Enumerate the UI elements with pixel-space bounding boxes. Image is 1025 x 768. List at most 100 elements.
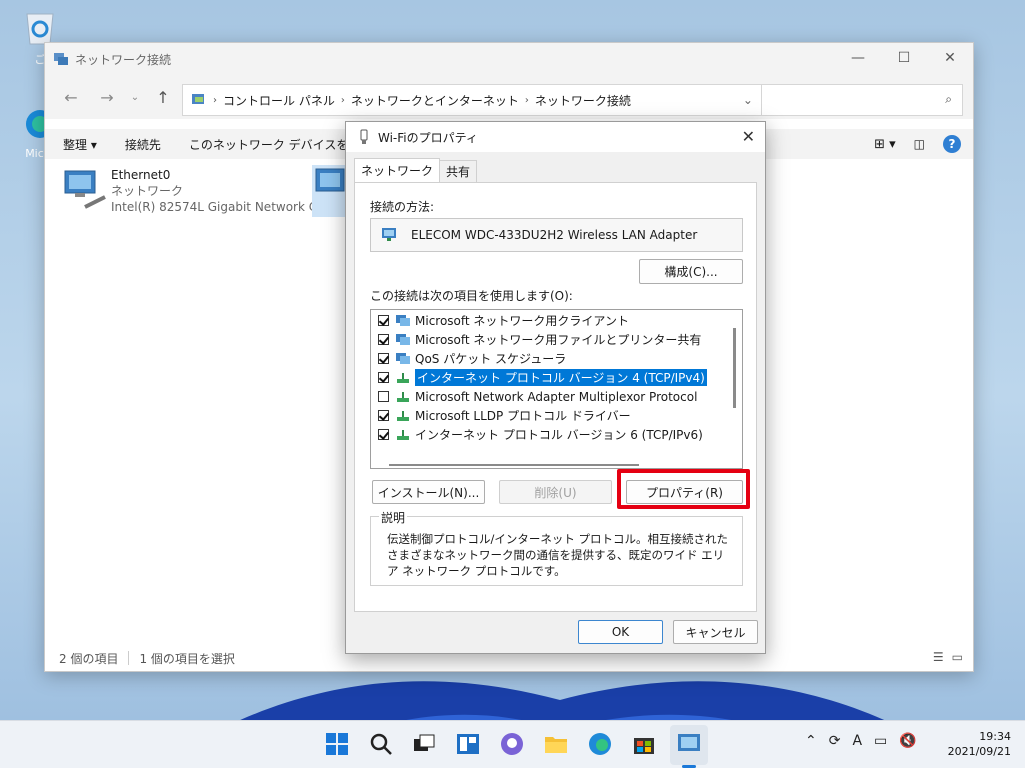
component-label: インターネット プロトコル バージョン 4 (TCP/IPv4) xyxy=(415,369,707,386)
breadcrumb-control-panel[interactable]: コントロール パネル xyxy=(223,92,335,109)
component-row[interactable]: Microsoft ネットワーク用ファイルとプリンター共有 xyxy=(371,330,742,349)
component-row[interactable]: Microsoft Network Adapter Multiplexor Pr… xyxy=(371,387,742,406)
client-icon xyxy=(396,314,410,326)
close-icon[interactable]: ✕ xyxy=(927,43,973,73)
organize-button[interactable]: 整理 ▾ xyxy=(63,136,97,153)
adapter-box: ELECOM WDC-433DU2H2 Wireless LAN Adapter xyxy=(370,218,743,252)
dialog-titlebar: Wi-Fiのプロパティ xyxy=(346,122,765,152)
clock[interactable]: 19:34 2021/09/21 xyxy=(948,729,1011,759)
component-label: インターネット プロトコル バージョン 6 (TCP/IPv6) xyxy=(415,428,703,442)
search-icon: ⌕ xyxy=(945,92,952,106)
description-legend: 説明 xyxy=(379,509,408,526)
explorer-title: ネットワーク接続 xyxy=(75,52,172,67)
list-item-wifi[interactable] xyxy=(312,165,348,217)
breadcrumb-separator-icon: › xyxy=(340,94,345,106)
item-count: 2 個の項目 xyxy=(59,651,119,666)
maximize-icon[interactable]: ☐ xyxy=(881,43,927,73)
dialog-close-icon[interactable]: ✕ xyxy=(742,127,755,146)
component-checkbox[interactable] xyxy=(378,315,389,326)
sync-icon[interactable]: ⟳ xyxy=(829,733,841,749)
connect-using-label: 接続の方法: xyxy=(370,200,435,214)
component-checkbox[interactable] xyxy=(378,391,389,402)
forward-arrow-icon[interactable]: → xyxy=(93,88,121,107)
adapter-icon xyxy=(382,228,396,241)
wifi-properties-dialog: Wi-Fiのプロパティ ✕ ネットワーク 共有 接続の方法: ELECOM WD… xyxy=(345,121,766,654)
address-bar[interactable]: › コントロール パネル › ネットワークとインターネット › ネットワーク接続… xyxy=(182,84,792,116)
help-icon[interactable]: ? xyxy=(943,135,961,153)
component-label: Microsoft LLDP プロトコル ドライバー xyxy=(415,409,631,423)
component-row[interactable]: Microsoft ネットワーク用クライアント xyxy=(371,311,742,330)
network-icon[interactable]: ▭ xyxy=(874,733,887,749)
edge-icon[interactable] xyxy=(587,731,613,757)
up-arrow-icon[interactable]: ↑ xyxy=(149,88,177,107)
list-item-ethernet0[interactable]: Ethernet0 ネットワーク Intel(R) 82574L Gigabit… xyxy=(61,167,329,215)
breadcrumb-network-connections[interactable]: ネットワーク接続 xyxy=(535,92,631,109)
file-sharing-icon xyxy=(396,333,410,345)
ok-button[interactable]: OK xyxy=(578,620,663,644)
component-label: QoS パケット スケジューラ xyxy=(415,352,567,366)
protocol-icon xyxy=(397,391,409,402)
window-controls: — ☐ ✕ xyxy=(835,43,973,73)
clock-time: 19:34 xyxy=(979,730,1011,743)
control-panel-taskbar-icon[interactable] xyxy=(676,731,702,757)
component-label: Microsoft Network Adapter Multiplexor Pr… xyxy=(415,389,698,404)
chevron-up-icon[interactable]: ⌃ xyxy=(805,733,817,749)
adapter-device: Intel(R) 82574L Gigabit Network C... xyxy=(111,200,329,214)
component-label: Microsoft ネットワーク用ファイルとプリンター共有 xyxy=(415,333,702,347)
tiles-view-icon[interactable]: ▭ xyxy=(952,650,963,664)
component-row[interactable]: インターネット プロトコル バージョン 6 (TCP/IPv6) xyxy=(371,425,742,444)
component-label: Microsoft ネットワーク用クライアント xyxy=(415,314,629,328)
cancel-button[interactable]: キャンセル xyxy=(673,620,758,644)
breadcrumb-network-internet[interactable]: ネットワークとインターネット xyxy=(351,92,519,109)
volume-muted-icon[interactable]: 🔇 xyxy=(899,733,916,749)
explorer-titlebar: ネットワーク接続 xyxy=(45,43,973,75)
component-checkbox[interactable] xyxy=(378,334,389,345)
view-options-icon[interactable]: ⊞ ▾ xyxy=(874,137,896,152)
task-view-icon[interactable] xyxy=(411,731,437,757)
component-row[interactable]: QoS パケット スケジューラ xyxy=(371,349,742,368)
adapter-name: Ethernet0 xyxy=(111,168,171,182)
start-icon[interactable] xyxy=(324,731,350,757)
recent-chevron-icon[interactable]: ⌄ xyxy=(121,92,149,103)
component-checkbox[interactable] xyxy=(378,410,389,421)
components-list: Microsoft ネットワーク用クライアント Microsoft ネットワーク… xyxy=(370,309,743,469)
search-icon[interactable] xyxy=(368,731,394,757)
install-button[interactable]: インストール(N)... xyxy=(372,480,485,504)
preview-pane-icon[interactable]: ◫ xyxy=(914,137,925,151)
connect-to-button[interactable]: 接続先 xyxy=(125,136,161,153)
horizontal-scrollbar[interactable] xyxy=(389,464,639,466)
networking-panel: 接続の方法: ELECOM WDC-433DU2H2 Wireless LAN … xyxy=(354,182,757,612)
component-checkbox[interactable] xyxy=(378,372,389,383)
system-tray: ⌃ ⟳ A ▭ 🔇 xyxy=(805,733,917,749)
breadcrumb-separator-icon: › xyxy=(213,94,217,106)
chat-icon[interactable] xyxy=(499,731,525,757)
back-arrow-icon[interactable]: ← xyxy=(57,88,85,107)
minimize-icon[interactable]: — xyxy=(835,43,881,73)
component-row[interactable]: Microsoft LLDP プロトコル ドライバー xyxy=(371,406,742,425)
wifi-dongle-icon xyxy=(360,129,368,144)
control-panel-icon xyxy=(192,94,204,104)
qos-icon xyxy=(396,352,410,364)
address-history-chevron-icon[interactable]: ⌄ xyxy=(743,93,753,107)
tab-networking[interactable]: ネットワーク xyxy=(354,158,441,182)
tab-sharing[interactable]: 共有 xyxy=(439,160,478,182)
component-checkbox[interactable] xyxy=(378,429,389,440)
adapter-type: ネットワーク xyxy=(111,184,184,198)
component-checkbox[interactable] xyxy=(378,353,389,364)
configure-button[interactable]: 構成(C)... xyxy=(639,259,743,284)
widgets-icon[interactable] xyxy=(455,731,481,757)
file-explorer-icon[interactable] xyxy=(543,731,569,757)
vertical-scrollbar[interactable] xyxy=(733,328,736,408)
store-icon[interactable] xyxy=(631,731,657,757)
breadcrumb-separator-icon: › xyxy=(524,94,529,106)
properties-highlight-box xyxy=(617,469,750,509)
clock-date: 2021/09/21 xyxy=(947,745,1011,758)
ime-indicator[interactable]: A xyxy=(852,733,862,749)
wifi-adapter-icon xyxy=(312,165,348,213)
component-row-selected[interactable]: インターネット プロトコル バージョン 4 (TCP/IPv4) xyxy=(371,368,742,387)
description-group: 説明 伝送制御プロトコル/インターネット プロトコル。相互接続されたさまざまなネ… xyxy=(370,509,743,586)
adapter-name-text: ELECOM WDC-433DU2H2 Wireless LAN Adapter xyxy=(411,228,698,242)
search-input[interactable]: ⌕ xyxy=(761,84,963,116)
network-adapter-icon xyxy=(61,167,111,215)
details-view-icon[interactable]: ☰ xyxy=(933,650,944,664)
